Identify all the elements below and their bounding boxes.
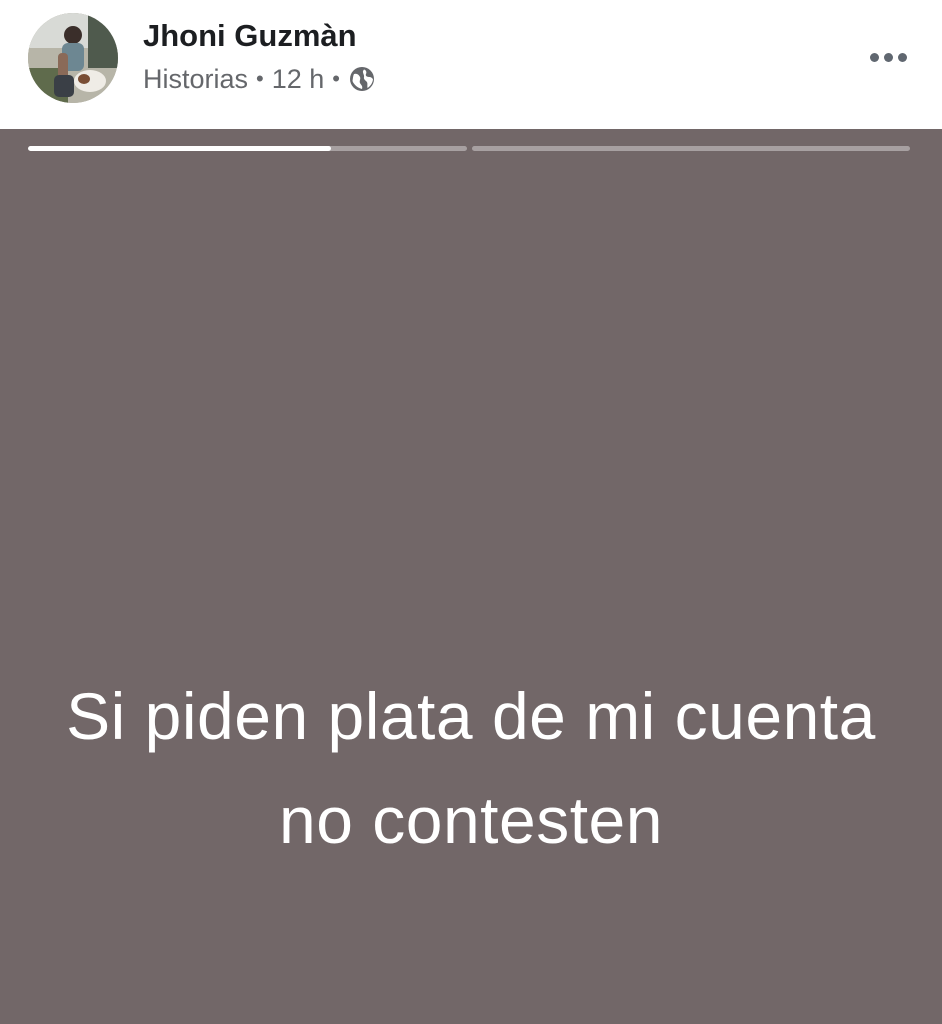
story-header: Jhoni Guzmàn Historias • 12 h • <box>0 0 942 129</box>
story-viewer: Jhoni Guzmàn Historias • 12 h • Si piden… <box>0 0 942 1024</box>
section-label: Historias <box>143 63 249 94</box>
more-options-icon <box>897 52 907 62</box>
author-name[interactable]: Jhoni Guzmàn <box>143 18 357 54</box>
more-options-icon <box>869 52 879 62</box>
story-content[interactable]: Si piden plata de mi cuenta no contesten <box>0 129 942 1024</box>
story-progress-bar <box>28 146 910 151</box>
story-text: Si piden plata de mi cuenta no contesten <box>66 679 876 857</box>
globe-icon <box>348 65 376 93</box>
avatar[interactable] <box>28 13 118 103</box>
more-options-button[interactable] <box>860 40 916 74</box>
progress-segment <box>28 146 467 151</box>
progress-fill <box>28 146 331 151</box>
separator-dot: • <box>332 66 340 91</box>
progress-segment <box>471 146 910 151</box>
story-meta: Historias • 12 h • <box>143 62 376 96</box>
timestamp: 12 h <box>271 63 325 94</box>
separator-dot: • <box>256 66 264 91</box>
more-options-icon <box>883 52 893 62</box>
